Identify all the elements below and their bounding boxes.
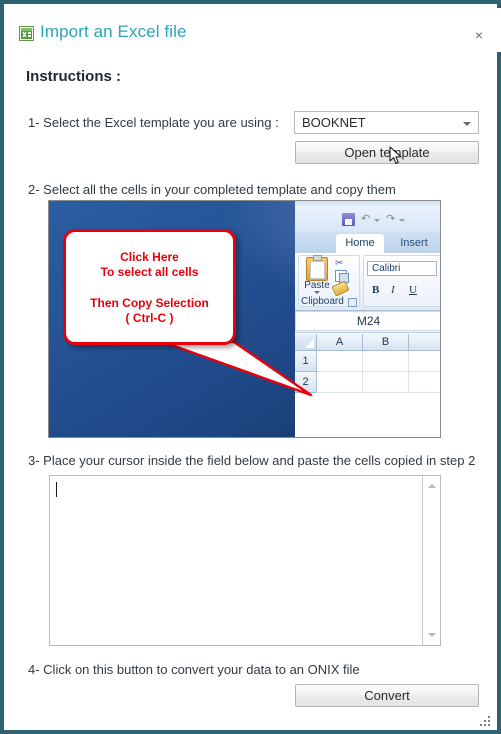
import-excel-dialog: Import an Excel file × Instructions : 1-… (0, 0, 501, 734)
template-select[interactable]: BOOKNET (294, 111, 479, 134)
step3-label: 3- Place your cursor inside the field be… (28, 453, 476, 468)
step2-label: 2- Select all the cells in your complete… (28, 182, 396, 197)
close-icon[interactable]: × (470, 26, 488, 44)
excel-file-icon (19, 26, 34, 41)
dialog-title: Import an Excel file (40, 22, 187, 41)
convert-button[interactable]: Convert (295, 684, 479, 707)
text-caret (56, 482, 57, 497)
paste-field[interactable] (49, 475, 441, 646)
scroll-down-icon[interactable] (423, 627, 439, 643)
dialog-titlebar: Import an Excel file × (8, 8, 501, 52)
paste-field-scrollbar[interactable] (422, 476, 440, 645)
callout-bubble: Click Here To select all cells Then Copy… (63, 229, 236, 345)
scroll-up-icon[interactable] (423, 478, 439, 494)
callout-line-3: Then Copy Selection (90, 296, 209, 310)
resize-grip[interactable] (477, 715, 492, 730)
instructions-heading: Instructions : (26, 68, 122, 85)
step4-label: 4- Click on this button to convert your … (28, 662, 360, 677)
callout-line-2: To select all cells (100, 265, 199, 279)
chevron-down-icon (463, 122, 471, 126)
template-select-value: BOOKNET (302, 115, 366, 130)
excel-instruction-image: ↶ ↷ Home Insert Paste ✂ Calibri B I U Cl… (48, 200, 441, 438)
step1-label: 1- Select the Excel template you are usi… (28, 115, 279, 130)
callout-line-4: ( Ctrl-C ) (125, 311, 174, 325)
callout-line-1: Click Here (120, 250, 179, 264)
open-template-button[interactable]: Open template (295, 141, 479, 164)
